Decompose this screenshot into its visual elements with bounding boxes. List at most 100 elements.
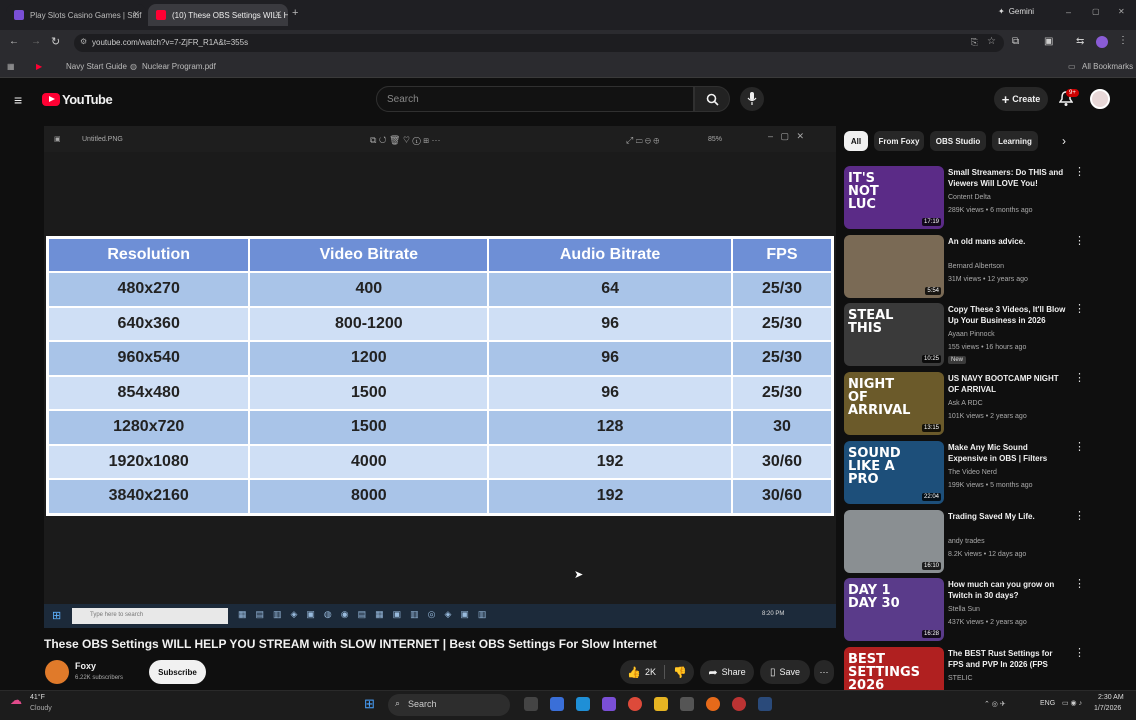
video-title[interactable]: Make Any Mic Sound Expensive in OBS | Fi… — [948, 442, 1068, 464]
voice-search-button[interactable] — [740, 87, 764, 111]
video-menu-icon[interactable]: ⋮ — [1074, 440, 1085, 453]
video-thumbnail[interactable]: 5:54 — [844, 235, 944, 298]
video-title[interactable]: Trading Saved My Life. — [948, 511, 1068, 522]
video-menu-icon[interactable]: ⋮ — [1074, 509, 1085, 522]
file-explorer-icon[interactable] — [654, 697, 668, 711]
close-window-icon[interactable]: ✕ — [1118, 7, 1125, 16]
chip-from-foxy[interactable]: From Foxy — [874, 131, 924, 151]
chip-all[interactable]: All — [844, 131, 868, 151]
subscriber-count: 6.22K subscribers — [75, 675, 124, 681]
channel-name[interactable]: Bernard Albertson — [948, 263, 1004, 270]
chrome-icon[interactable] — [628, 697, 642, 711]
app-icon-1[interactable] — [550, 697, 564, 711]
translate-icon[interactable]: ⇆ — [1076, 36, 1084, 47]
dislike-button[interactable]: 👎 — [673, 666, 687, 679]
chip-obs-studio[interactable]: OBS Studio — [930, 131, 986, 151]
clock-time[interactable]: 2:30 AM — [1098, 694, 1124, 701]
channel-name[interactable]: Ask A RDC — [948, 400, 983, 407]
like-button[interactable]: 👍 2K — [627, 666, 656, 679]
channel-name[interactable]: STELIC — [948, 675, 973, 682]
edge-icon[interactable] — [576, 697, 590, 711]
windows-start-button[interactable]: ⊞ — [364, 696, 375, 712]
app-icon-3[interactable] — [680, 697, 694, 711]
bookmark-star-icon[interactable]: ☆ — [987, 36, 996, 47]
account-avatar[interactable] — [1090, 89, 1110, 109]
close-tab-icon[interactable]: ✕ — [274, 9, 282, 20]
video-thumbnail[interactable]: 16:10 — [844, 510, 944, 573]
sidepanel-icon[interactable]: ▣ — [1044, 36, 1053, 47]
video-menu-icon[interactable]: ⋮ — [1074, 302, 1085, 315]
browser-tab-casino[interactable]: Play Slots Casino Games | Stuf ✕ — [6, 4, 146, 26]
video-title[interactable]: US NAVY BOOTCAMP NIGHT OF ARRIVAL — [948, 373, 1068, 395]
channel-name[interactable]: Ayaan Pinnock — [948, 331, 995, 338]
video-title[interactable]: Small Streamers: Do THIS and Viewers Wil… — [948, 167, 1068, 189]
video-menu-icon[interactable]: ⋮ — [1074, 371, 1085, 384]
site-info-icon[interactable]: ⚙ — [80, 37, 87, 46]
channel-name[interactable]: The Video Nerd — [948, 469, 997, 476]
maximize-icon[interactable]: ▢ — [1092, 7, 1100, 16]
app-icon-4[interactable] — [732, 697, 746, 711]
youtube-logo-icon[interactable] — [42, 93, 60, 106]
channel-name[interactable]: Content Delta — [948, 194, 991, 201]
forward-icon[interactable]: → — [31, 36, 41, 47]
taskbar-search[interactable]: ⌕ Search — [388, 694, 510, 716]
search-button[interactable] — [694, 86, 730, 112]
youtube-logo-text[interactable]: YouTube — [62, 92, 113, 107]
channel-name[interactable]: Foxy — [75, 661, 96, 671]
more-actions-button[interactable]: ⋯ — [814, 660, 834, 684]
bookmark-navy-start-guide[interactable]: Navy Start Guide — [66, 62, 127, 71]
save-button[interactable]: ▯ Save — [760, 660, 810, 684]
video-player[interactable]: ▣ Untitled.PNG ⧉ ↺ 🗑 ♡ ⓘ ⊞ ⋯ ⤢ ▭ ⊖ ⊕ 85%… — [44, 126, 836, 628]
apps-grid-icon[interactable]: ▦ — [7, 62, 15, 71]
task-view-icon[interactable] — [524, 697, 538, 711]
subscribe-button[interactable]: Subscribe — [149, 660, 206, 684]
profile-avatar[interactable] — [1096, 36, 1108, 48]
weather-temp[interactable]: 41°F — [30, 694, 45, 701]
gemini-button[interactable]: ✦ Gemini — [998, 7, 1034, 16]
video-menu-icon[interactable]: ⋮ — [1074, 646, 1085, 659]
video-menu-icon[interactable]: ⋮ — [1074, 165, 1085, 178]
video-menu-icon[interactable]: ⋮ — [1074, 234, 1085, 247]
share-button[interactable]: ➦ Share — [700, 660, 754, 684]
minimize-icon[interactable]: – — [1066, 7, 1071, 17]
bookmark-nuclear-program[interactable]: Nuclear Program.pdf — [142, 62, 216, 71]
browser-tab-youtube[interactable]: (10) These OBS Settings WILL H ✕ — [148, 4, 288, 26]
reload-icon[interactable]: ↻ — [51, 35, 60, 48]
video-title[interactable]: How much can you grow on Twitch in 30 da… — [948, 579, 1068, 601]
video-thumbnail[interactable]: DAY 1 DAY 30 16:28 — [844, 578, 944, 641]
close-tab-icon[interactable]: ✕ — [132, 9, 140, 20]
save-label: Save — [779, 667, 801, 677]
channel-name[interactable]: andy trades — [948, 538, 985, 545]
cell: 640x360 — [48, 306, 250, 341]
search-input[interactable]: Search — [376, 86, 694, 112]
video-thumbnail[interactable]: NIGHT OF ARRIVAL 13:15 — [844, 372, 944, 435]
video-title[interactable]: The BEST Rust Settings for FPS and PVP I… — [948, 648, 1068, 670]
address-bar[interactable]: ⚙ youtube.com/watch?v=7-ZjFR_R1A&t=355s … — [74, 34, 1004, 52]
language-indicator[interactable]: ENG — [1040, 700, 1055, 707]
video-title[interactable]: An old mans advice. — [948, 236, 1068, 247]
tray-icons[interactable]: ⌃ ◎ ✈ — [984, 700, 1006, 708]
app-icon-2[interactable] — [602, 697, 616, 711]
chip-learning[interactable]: Learning — [992, 131, 1038, 151]
clock-date[interactable]: 1/7/2026 — [1094, 705, 1121, 712]
steam-icon[interactable] — [758, 697, 772, 711]
video-title[interactable]: Copy These 3 Videos, It'll Blow Up Your … — [948, 304, 1068, 326]
back-icon[interactable]: ← — [9, 36, 19, 47]
all-bookmarks[interactable]: All Bookmarks — [1082, 62, 1133, 71]
create-button[interactable]: + Create — [994, 87, 1048, 111]
hamburger-menu-icon[interactable]: ≡ — [14, 92, 22, 108]
chevron-right-icon[interactable]: › — [1062, 134, 1066, 148]
youtube-bookmark-icon[interactable]: ▶ — [36, 62, 42, 71]
extensions-icon[interactable]: ⧉ — [1012, 36, 1019, 47]
channel-avatar[interactable] — [45, 660, 69, 684]
video-thumbnail[interactable]: IT'S NOT LUC 17:19 — [844, 166, 944, 229]
menu-kebab-icon[interactable]: ⋮ — [1118, 35, 1128, 46]
channel-name[interactable]: Stella Sun — [948, 606, 980, 613]
new-tab-icon[interactable]: + — [292, 7, 298, 19]
video-thumbnail[interactable]: STEAL THIS 10:25 — [844, 303, 944, 366]
network-volume-icon[interactable]: ▭ ◉ ♪ — [1062, 699, 1082, 707]
video-menu-icon[interactable]: ⋮ — [1074, 577, 1085, 590]
firefox-icon[interactable] — [706, 697, 720, 711]
install-icon[interactable]: ⎘ — [971, 37, 978, 48]
video-thumbnail[interactable]: SOUND LIKE A PRO 22:04 — [844, 441, 944, 504]
